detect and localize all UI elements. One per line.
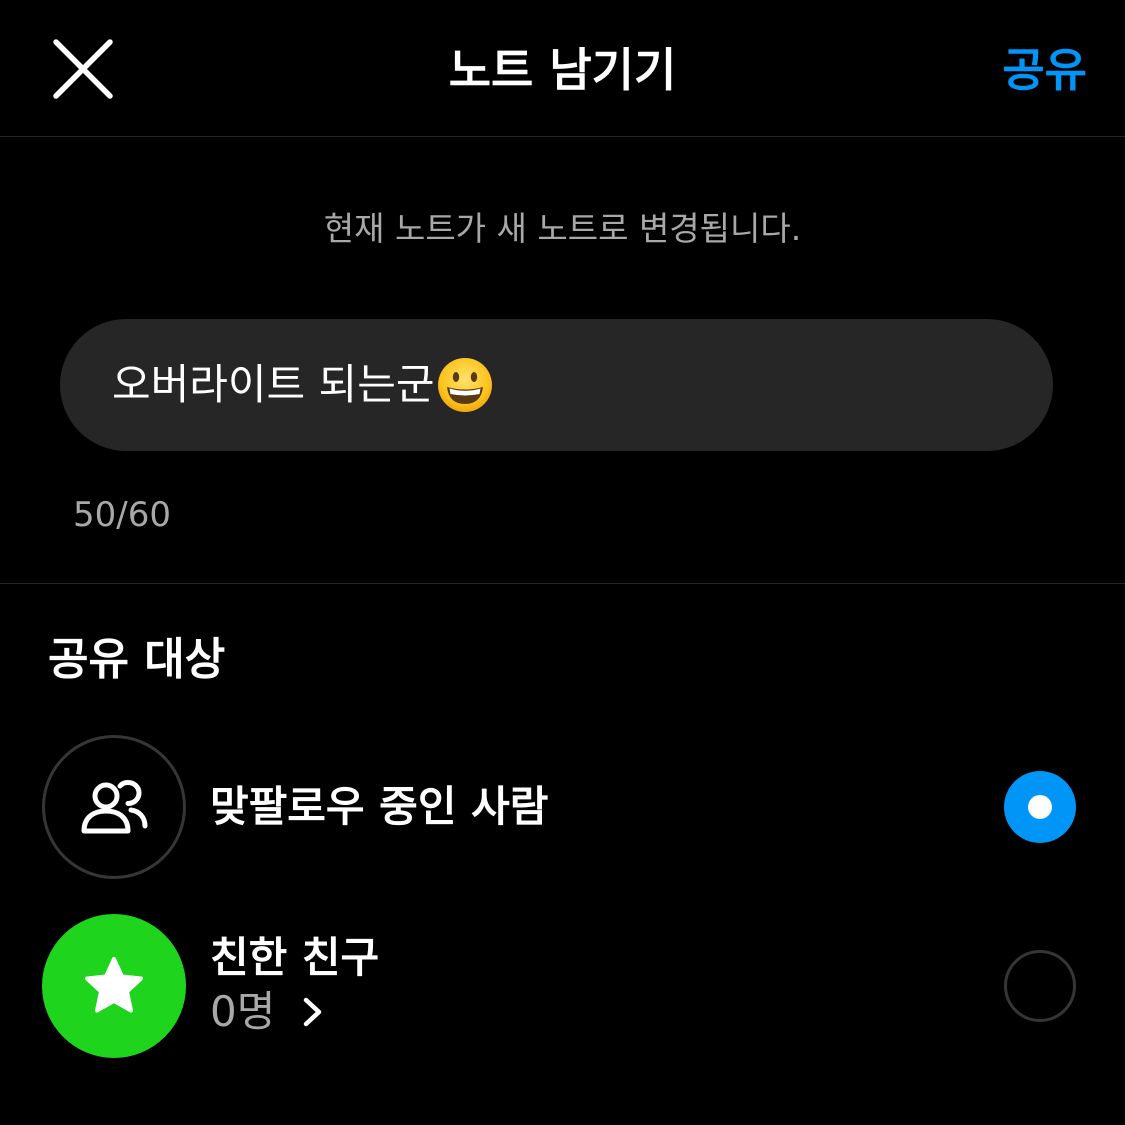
share-button[interactable]: 공유 xyxy=(1002,40,1087,100)
overwrite-notice: 현재 노트가 새 노트로 변경됩니다. xyxy=(323,209,802,248)
mutual-followers-label: 맞팔로우 중인 사람 xyxy=(210,782,549,831)
header-bar: 노트 남기기 공유 xyxy=(0,0,1125,137)
mutual-followers-radio[interactable] xyxy=(1004,771,1076,843)
audience-option-mutual-followers[interactable]: 맞팔로우 중인 사람 xyxy=(0,732,1125,882)
people-icon xyxy=(81,779,148,834)
close-friends-avatar xyxy=(42,914,186,1058)
grinning-face-emoji-icon xyxy=(438,358,493,412)
radio-selected-dot xyxy=(1028,795,1052,819)
close-friends-count-link[interactable]: 0명 xyxy=(210,985,325,1039)
chevron-right-icon xyxy=(304,997,322,1027)
character-count: 50/60 xyxy=(73,495,171,535)
close-friends-radio[interactable] xyxy=(1004,950,1076,1022)
close-friends-count: 0명 xyxy=(210,987,276,1036)
star-icon xyxy=(85,957,143,1013)
page-title: 노트 남기기 xyxy=(448,43,677,97)
audience-section-title: 공유 대상 xyxy=(48,634,226,685)
audience-option-close-friends[interactable]: 친한 친구 0명 xyxy=(0,911,1125,1061)
note-input[interactable]: 오버라이트 되는군 xyxy=(60,319,1053,451)
close-friends-label: 친한 친구 xyxy=(210,933,380,982)
section-divider xyxy=(0,583,1125,584)
note-text: 오버라이트 되는군 xyxy=(112,360,435,409)
mutual-followers-avatar xyxy=(42,735,186,879)
